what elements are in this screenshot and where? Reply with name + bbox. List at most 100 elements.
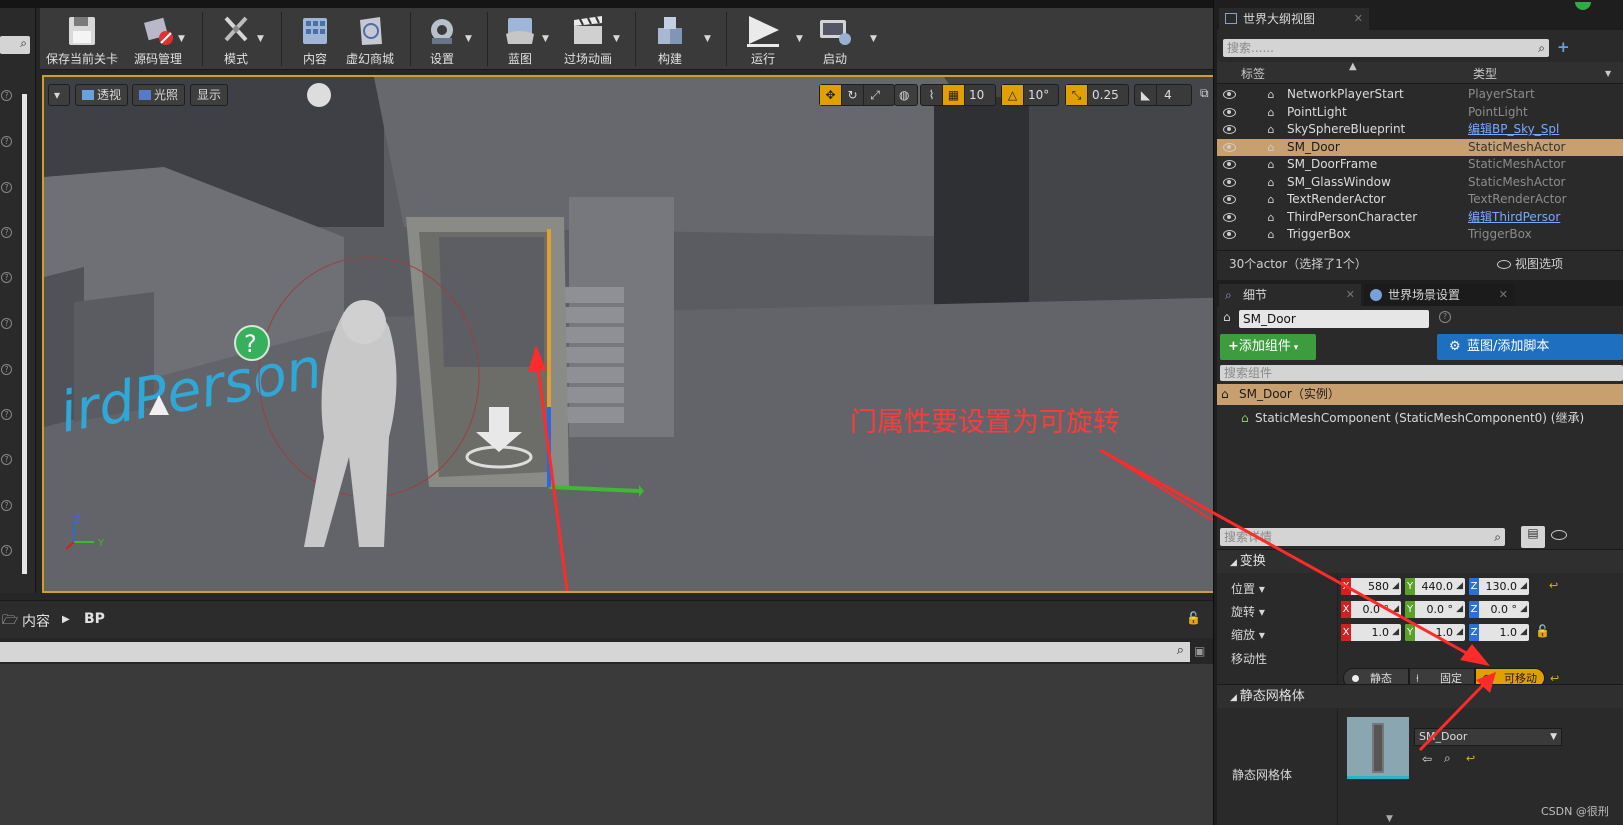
scale-icon[interactable]: ⤢ [864,85,886,105]
rotate-icon[interactable]: ↻ [842,85,864,105]
column-type[interactable]: 类型 [1473,65,1497,82]
help-icon[interactable]: ? [1,318,12,329]
save-level-button[interactable]: 保存当前关卡 [46,10,118,68]
outliner-row[interactable]: ⌂ TextRenderActor TextRenderActor [1217,191,1623,209]
camera-speed-group[interactable]: ◣ 4 [1134,84,1192,106]
outliner-row[interactable]: ⌂ SkySphereBlueprint 编辑BP_Sky_Spl [1217,121,1623,139]
outliner-row[interactable]: ⌂ PointLight PointLight [1217,104,1623,122]
content-button[interactable]: 内容 [292,10,338,68]
grid-snap-group[interactable]: ⌇ ▦ 10 [920,84,996,106]
outliner-row[interactable]: ⌂ ThirdPersonCharacter 编辑ThirdPersor [1217,209,1623,227]
outliner-row[interactable]: ⌂ SM_GlassWindow StaticMeshActor [1217,174,1623,192]
chevron-down-icon[interactable]: ▼ [542,34,549,44]
breadcrumb-content[interactable]: 内容 [22,611,50,631]
eye-icon[interactable] [1223,230,1236,239]
eye-icon[interactable] [1223,142,1236,152]
eye-icon[interactable] [1223,212,1236,222]
eye-icon[interactable] [1223,90,1236,99]
chevron-right-icon: ▶ [62,614,70,625]
outliner-row[interactable]: ⌂ SM_DoorFrame StaticMeshActor [1217,156,1623,174]
camera-speed-value[interactable]: 4 [1157,85,1179,105]
perspective-button[interactable]: 透视 [75,84,129,106]
settings-button[interactable]: 设置 [420,10,464,68]
scale-snap-value[interactable]: 0.25 [1088,85,1123,105]
cinematics-button[interactable]: 过场动画 [558,10,618,68]
chevron-down-icon[interactable]: ▼ [257,34,264,44]
tab-details[interactable]: ⌕ 细节 ✕ [1219,284,1361,306]
view-options-button[interactable]: 视图选项 [1515,251,1563,277]
help-icon[interactable]: ? [1,409,12,420]
blueprint-script-button[interactable]: ⚙ 蓝图/添加脚本 [1437,334,1623,360]
help-icon[interactable]: ? [1,182,12,193]
add-icon[interactable]: + [1557,38,1570,56]
outliner-search-input[interactable]: 搜索...... ⌕ [1223,39,1549,57]
outliner-row-type[interactable]: 编辑ThirdPersor [1468,209,1560,227]
folder-icon[interactable]: 🗁 [2,611,18,633]
rotation-snap-value[interactable]: 10° [1024,85,1053,105]
scale-snap-group[interactable]: ⤡ 0.25 [1065,84,1129,106]
close-icon[interactable]: ✕ [1346,284,1355,306]
column-label[interactable]: 标签 [1241,65,1265,82]
close-icon[interactable]: ✕ [1354,8,1363,30]
chevron-down-icon[interactable]: ▼ [1605,69,1611,78]
grid-snap-icon[interactable]: ▦ [943,85,965,105]
eye-icon[interactable] [1223,160,1236,169]
left-search-field[interactable]: ⌕ [0,36,30,54]
actor-name-field[interactable]: SM_Door [1239,310,1429,328]
outliner-row[interactable]: ⌂ TriggerBox TriggerBox [1217,226,1623,244]
eye-icon[interactable] [1223,107,1236,117]
chevron-down-icon[interactable]: ▼ [870,34,877,44]
modes-button[interactable]: 模式 [210,10,262,68]
tab-world-outliner[interactable]: 世界大纲视图 ✕ [1219,8,1369,30]
chevron-down-icon[interactable]: ▼ [613,34,620,44]
add-component-button[interactable]: +添加组件 ▾ [1220,334,1316,360]
help-icon[interactable]: ? [1,136,12,147]
transform-mode-group[interactable]: ✥ ↻ ⤢ [819,84,895,106]
outliner-row-type[interactable]: 编辑BP_Sky_Spl [1468,121,1559,139]
component-search-input[interactable]: 搜索组件 [1220,365,1623,381]
help-icon[interactable]: ? [1439,311,1451,323]
launch-button[interactable]: 启动 [812,10,858,68]
help-icon[interactable]: ? [1,454,12,465]
blueprint-button[interactable]: 蓝图 [498,10,542,68]
rotation-snap-group[interactable]: △ 10° [1001,84,1059,106]
translate-icon[interactable]: ✥ [820,85,842,105]
chevron-down-icon[interactable]: ▼ [796,34,803,44]
viewport-menu-button[interactable]: ▾ [48,84,70,106]
marketplace-button[interactable]: 虚幻商城 [340,10,400,68]
help-icon[interactable]: ? [1,90,12,101]
build-button[interactable]: 构建 [646,10,694,68]
help-icon[interactable]: ? [1,364,12,375]
outliner-row[interactable]: ⌂ NetworkPlayerStart PlayerStart [1217,86,1623,104]
show-button[interactable]: 显示 [190,84,229,106]
maximize-viewport-icon[interactable]: ⧉ [1197,86,1212,102]
scale-snap-icon[interactable]: ⤡ [1066,85,1088,105]
tab-world-settings[interactable]: 世界场景设置 ✕ [1364,284,1514,306]
breadcrumb-bp[interactable]: BP [84,611,105,627]
chevron-down-icon[interactable]: ▼ [704,34,711,44]
help-icon[interactable]: ? [1,500,12,511]
component-row-mesh[interactable]: ⌂ StaticMeshComponent (StaticMeshCompone… [1217,408,1623,429]
eye-icon[interactable] [1223,177,1236,187]
outliner-row[interactable]: ⌂ SM_Door StaticMeshActor [1217,138,1623,156]
help-icon[interactable]: ? [1,545,12,556]
level-viewport[interactable]: irdPerson ? ▾ 透视 光照 显示 ✥ ↻ ⤢ ◍ ⌇ ▦ 10 △ … [42,75,1249,593]
play-button[interactable]: 运行 [740,10,786,68]
help-icon[interactable]: ? [1,272,12,283]
eye-icon[interactable] [1223,125,1236,134]
rotation-snap-icon[interactable]: △ [1002,85,1024,105]
eye-icon[interactable] [1223,195,1236,204]
chevron-down-icon[interactable]: ▼ [465,34,472,44]
chevron-down-icon[interactable]: ▼ [178,34,185,44]
left-scrollbar[interactable] [22,94,27,574]
help-icon[interactable]: ? [1,227,12,238]
close-icon[interactable]: ✕ [1499,284,1508,306]
content-browser-body [0,664,1213,825]
grid-snap-value[interactable]: 10 [965,85,988,105]
content-search-input[interactable]: ⌕ [0,642,1190,662]
surface-snap-icon[interactable]: ⌇ [921,85,943,105]
component-row-instance[interactable]: ⌂ SM_Door（实例） [1217,384,1623,405]
camera-speed-icon[interactable]: ◣ [1135,85,1157,105]
lit-button[interactable]: 光照 [132,84,186,106]
world-local-icon[interactable]: ◍ [894,84,918,106]
